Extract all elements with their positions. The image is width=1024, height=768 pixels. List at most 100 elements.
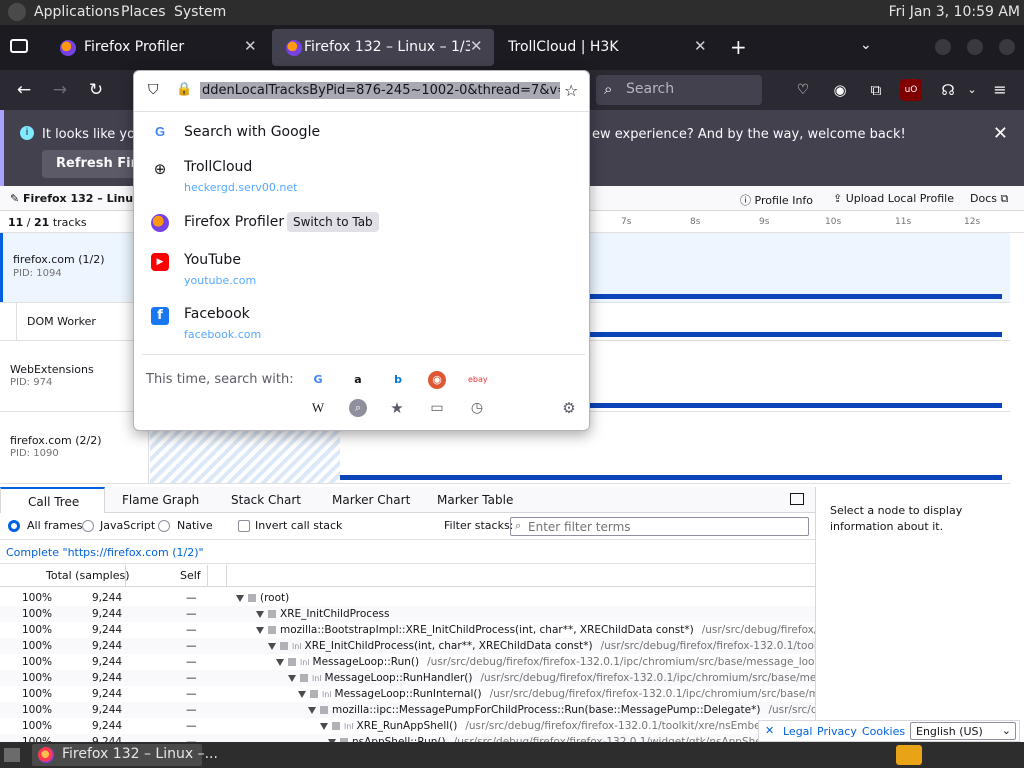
suggestion-trollcloud[interactable]: ⊕ TrollCloud heckergd.serv00.net	[134, 153, 589, 197]
call-tree-row[interactable]: 100% 9,244 — lnl MessageLoop::Run() /usr/src/…	[0, 654, 815, 670]
legal-link[interactable]: Legal	[783, 725, 812, 738]
call-tree-row[interactable]: 100% 9,244 — XRE_InitChildProcess	[0, 606, 815, 622]
search-box[interactable]: ⌕ Search	[596, 75, 762, 105]
language-select[interactable]: English (US) ⌄	[910, 722, 1016, 740]
ebay-engine-icon[interactable]: ebay	[468, 371, 488, 389]
workspace-switcher-icon[interactable]	[896, 745, 922, 765]
tab-firefox-132-linux[interactable]: Firefox 132 – Linux – 1/3/202 ✕	[272, 29, 494, 66]
activity-graph[interactable]	[340, 475, 1002, 480]
menu-places[interactable]: Places	[121, 4, 166, 20]
expand-triangle-icon[interactable]	[256, 610, 264, 618]
refresh-firefox-button[interactable]: Refresh Firef	[42, 150, 142, 178]
maximize-window-icon[interactable]	[967, 39, 983, 55]
minimize-window-icon[interactable]	[935, 39, 951, 55]
expand-triangle-icon[interactable]	[308, 706, 316, 714]
history-clock-icon[interactable]: ◷	[468, 399, 486, 417]
duckduckgo-engine-icon[interactable]: ◉	[428, 371, 446, 389]
ublock-origin-icon[interactable]: uO	[900, 79, 922, 101]
privacy-link[interactable]: Privacy	[817, 725, 857, 738]
menu-system[interactable]: System	[174, 4, 226, 20]
suggestion-search-google[interactable]: G Search with Google	[134, 119, 589, 149]
url-input[interactable]: ⛉ 🔒 ddenLocalTracksByPid=876-245~1002-0&…	[140, 77, 583, 107]
expand-triangle-icon[interactable]	[268, 642, 276, 650]
tabs-icon[interactable]: ▭	[428, 399, 446, 417]
invert-call-stack-checkbox[interactable]	[238, 520, 250, 532]
history-search-icon[interactable]: ⌕	[349, 399, 367, 417]
tab-call-tree[interactable]: Call Tree	[0, 487, 105, 513]
taskbar-window-firefox[interactable]: Firefox 132 – Linux –...	[32, 744, 218, 766]
expand-triangle-icon[interactable]	[236, 594, 244, 602]
suggestion-facebook[interactable]: f Facebook facebook.com	[134, 301, 589, 345]
toggle-sidebar-icon[interactable]	[790, 493, 804, 505]
account-icon[interactable]: ◉	[828, 78, 852, 102]
call-tree-row[interactable]: 100% 9,244 — lnl XRE_RunAppShell() /usr/src/d…	[0, 718, 815, 734]
google-engine-icon[interactable]: G	[309, 371, 327, 389]
back-arrow-icon[interactable]: ←	[12, 78, 36, 102]
close-footer-icon[interactable]: ✕	[765, 724, 774, 737]
profile-name-button[interactable]: ✎ Firefox 132 – Linux	[10, 192, 140, 205]
forward-arrow-icon[interactable]: →	[48, 78, 72, 102]
filter-stacks-input[interactable]: ⌕ Enter filter terms	[510, 517, 809, 536]
close-tab-icon[interactable]: ✕	[470, 37, 483, 55]
expand-triangle-icon[interactable]	[276, 658, 284, 666]
tab-stack-chart[interactable]: Stack Chart	[231, 487, 301, 513]
call-tree-row[interactable]: 100% 9,244 — lnl MessageLoop::RunHandler() /u…	[0, 670, 815, 686]
show-desktop-icon[interactable]	[4, 748, 20, 762]
cookies-link[interactable]: Cookies	[862, 725, 905, 738]
clock[interactable]: Fri Jan 3, 10:59 AM	[889, 4, 1020, 20]
tab-trollcloud[interactable]: TrollCloud | H3K ✕	[496, 29, 718, 66]
expand-triangle-icon[interactable]	[298, 690, 306, 698]
tab-marker-chart[interactable]: Marker Chart	[332, 487, 410, 513]
close-notification-icon[interactable]: ✕	[993, 123, 1008, 144]
switch-to-tab-button[interactable]: Switch to Tab	[287, 212, 379, 232]
tab-flame-graph[interactable]: Flame Graph	[122, 487, 199, 513]
headphones-extension-icon[interactable]: ☊	[936, 78, 960, 102]
all-frames-radio[interactable]	[8, 520, 20, 532]
call-tree-row[interactable]: 100% 9,244 — lnl XRE_InitChildProcess(int, c…	[0, 638, 815, 654]
extensions-puzzle-icon[interactable]: ⧉	[864, 78, 888, 102]
suggestion-firefox-profiler[interactable]: Firefox Profiler Switch to Tab	[134, 209, 589, 239]
bookmark-star-icon[interactable]: ☆	[564, 81, 578, 100]
breadcrumb-item[interactable]: Complete "https://firefox.com (1/2)"	[6, 546, 204, 559]
native-radio[interactable]	[158, 520, 170, 532]
expand-triangle-icon[interactable]	[320, 722, 328, 730]
tab-overview-icon[interactable]	[10, 39, 28, 53]
menu-applications[interactable]: Applications	[34, 4, 120, 20]
tracking-protection-shield-icon[interactable]: ⛉	[148, 82, 159, 98]
track-label[interactable]: DOM Worker	[16, 303, 149, 340]
javascript-radio[interactable]	[82, 520, 94, 532]
close-tab-icon[interactable]: ✕	[694, 37, 707, 55]
call-tree-row[interactable]: 100% 9,244 — (root)	[0, 590, 815, 606]
suggestion-youtube[interactable]: ▶ YouTube youtube.com	[134, 247, 589, 291]
close-window-icon[interactable]	[999, 39, 1015, 55]
profile-info-button[interactable]: ⓘ Profile Info	[740, 192, 813, 208]
upload-local-profile-button[interactable]: ⇪ Upload Local Profile	[833, 192, 954, 205]
url-text-selected[interactable]: ddenLocalTracksByPid=876-245~1002-0&thre…	[200, 82, 560, 99]
lock-icon[interactable]: 🔒	[176, 82, 192, 97]
amazon-engine-icon[interactable]: a	[349, 371, 367, 389]
track-label[interactable]: WebExtensions PID: 974	[0, 341, 149, 411]
list-all-tabs-chevron-icon[interactable]: ⌄	[860, 37, 872, 53]
search-settings-gear-icon[interactable]: ⚙	[560, 399, 578, 417]
track-label[interactable]: firefox.com (1/2) PID: 1094	[0, 233, 149, 302]
bookmarks-star-icon[interactable]: ★	[388, 399, 406, 417]
call-tree-row[interactable]: 100% 9,244 — mozilla::BootstrapImpl::XRE_In…	[0, 622, 815, 638]
close-tab-icon[interactable]: ✕	[244, 37, 257, 55]
new-tab-plus-icon[interactable]: +	[730, 35, 747, 59]
tab-firefox-profiler[interactable]: Firefox Profiler ✕	[46, 29, 268, 66]
expand-triangle-icon[interactable]	[288, 674, 296, 682]
distro-logo-icon[interactable]	[8, 3, 26, 21]
call-tree-row[interactable]: 100% 9,244 — mozilla::ipc::MessagePumpForCh…	[0, 702, 815, 718]
docs-link[interactable]: Docs ⧉	[970, 192, 1008, 206]
extension-dropdown-chevron-icon[interactable]: ⌄	[960, 78, 984, 102]
track-label[interactable]: firefox.com (2/2) PID: 1090	[0, 412, 149, 483]
bing-engine-icon[interactable]: b	[389, 371, 407, 389]
call-tree-row[interactable]: 100% 9,244 — lnl MessageLoop::RunInternal() /…	[0, 686, 815, 702]
reload-icon[interactable]: ↻	[84, 78, 108, 102]
tab-marker-table[interactable]: Marker Table	[437, 487, 513, 513]
wikipedia-engine-icon[interactable]: W	[309, 399, 327, 417]
pocket-icon[interactable]: ♡	[791, 78, 815, 102]
track-count-button[interactable]: 11 / 21 tracks	[8, 216, 87, 229]
hamburger-menu-icon[interactable]: ≡	[988, 78, 1012, 102]
expand-triangle-icon[interactable]	[256, 626, 264, 634]
